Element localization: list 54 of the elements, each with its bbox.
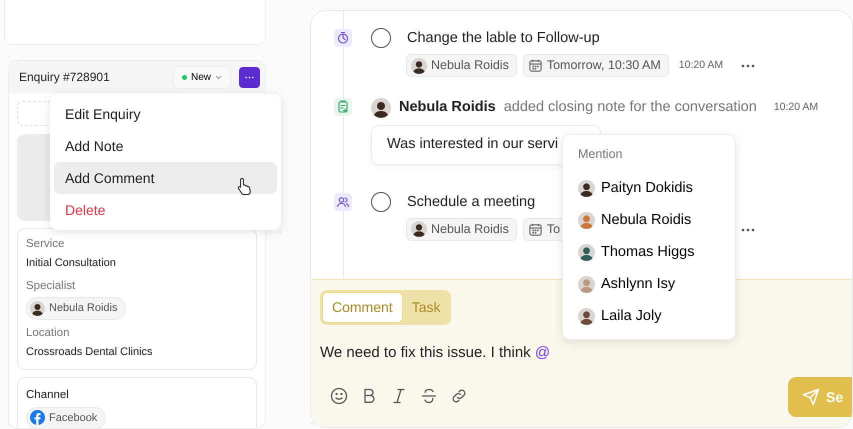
people-icon (334, 192, 352, 211)
mention-option[interactable]: Paityn Dokidis (578, 172, 735, 205)
enquiry-title: Enquiry #728901 (19, 69, 110, 86)
avatar (411, 58, 427, 74)
avatar (578, 212, 595, 230)
menu-item[interactable]: Delete (54, 194, 277, 226)
mention-option[interactable]: Nebula Roidis (578, 204, 735, 237)
avatar (30, 300, 45, 316)
avatar (371, 98, 391, 118)
calendar-icon (528, 58, 543, 73)
chevron-down-icon (215, 74, 222, 80)
menu-item[interactable]: Add Comment (54, 162, 277, 194)
assignee-chip: Nebula Roidis (406, 218, 517, 241)
timestamp: 10:20 AM (678, 58, 724, 73)
emoji-icon[interactable] (330, 386, 348, 404)
note-add-icon (334, 98, 352, 116)
link-icon[interactable] (450, 386, 468, 404)
task-checkbox[interactable] (371, 192, 391, 212)
field-label: Service (26, 237, 66, 252)
menu-item[interactable]: Edit Enquiry (54, 98, 277, 130)
avatar (578, 276, 595, 294)
activity-text: added closing note for the conversation (504, 98, 757, 117)
task-title: Schedule a meeting (407, 192, 536, 212)
avatar (411, 221, 427, 238)
menu-item[interactable]: Add Note (54, 130, 277, 162)
timer-icon (334, 29, 352, 47)
due-date-chip: Tomorrow, 10:30 AM (522, 54, 669, 77)
facebook-icon (30, 410, 45, 426)
avatar (578, 308, 595, 326)
avatar (578, 180, 595, 198)
comment-input[interactable]: We need to fix this issue. I think @ (320, 342, 852, 364)
avatar (578, 244, 595, 262)
mention-option[interactable]: Thomas Higgs (578, 236, 735, 269)
field-label: Location (26, 326, 70, 340)
specialist-chip: Nebula Roidis (26, 297, 126, 320)
ellipsis-icon (245, 76, 254, 78)
send-icon (802, 388, 820, 406)
field-label: Channel (26, 388, 70, 402)
channel-chip: Facebook (26, 406, 106, 428)
field-value: Crossroads Dental Clinics (26, 344, 154, 360)
calendar-icon (528, 222, 543, 237)
task-checkbox[interactable] (371, 28, 391, 48)
mention-option[interactable]: Ashlynn Isy (578, 268, 735, 301)
task-title: Change the lable to Follow-up (407, 29, 600, 48)
more-button[interactable] (239, 66, 260, 88)
field-label: Specialist (26, 279, 76, 294)
assignee-chip: Nebula Roidis (406, 54, 517, 77)
field-value: Initial Consultation (26, 256, 117, 271)
pointer-cursor-icon (237, 177, 253, 195)
author-name: Nebula Roidis (399, 98, 496, 117)
strikethrough-icon[interactable] (420, 386, 438, 404)
status-dropdown[interactable]: New (172, 66, 231, 88)
timestamp: 10:20 AM (774, 100, 818, 115)
mention-option[interactable]: Laila Joly (578, 300, 735, 333)
